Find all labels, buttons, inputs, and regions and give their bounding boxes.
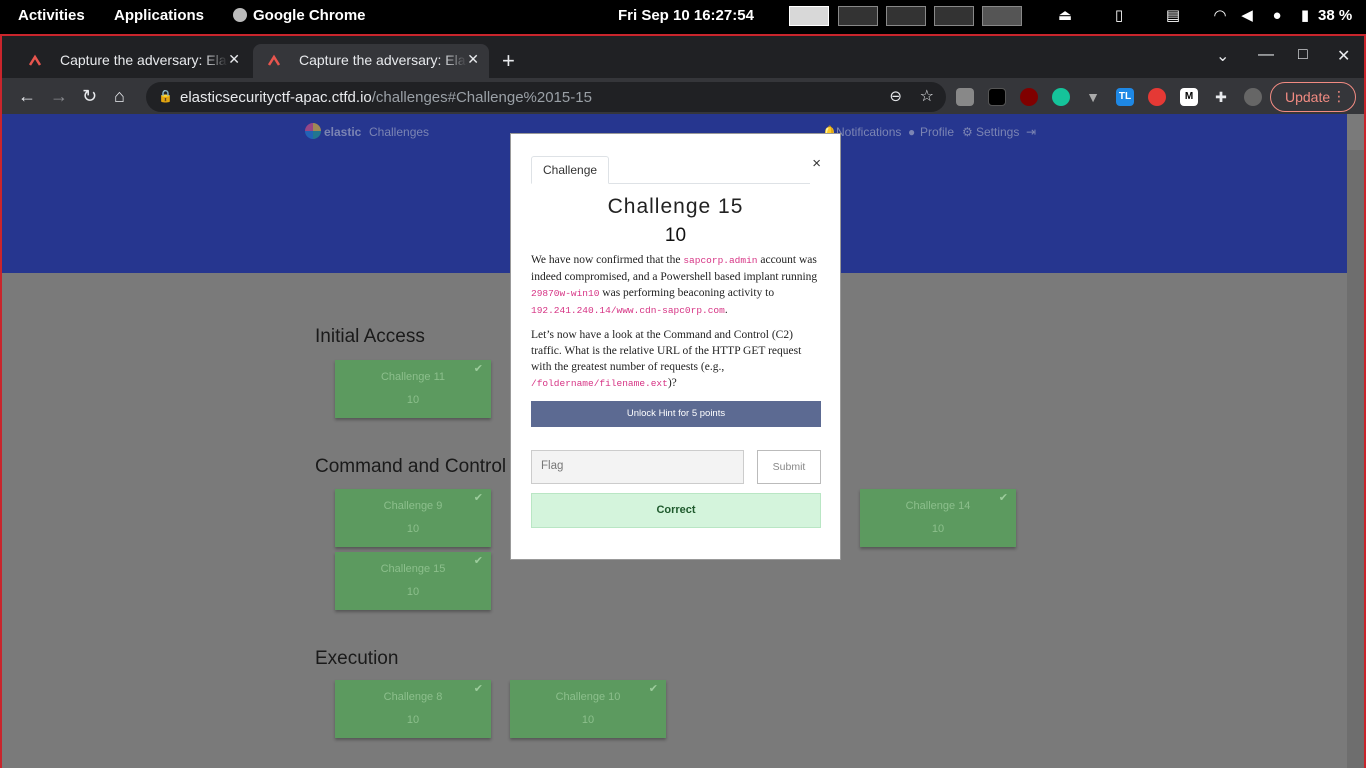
microphone-icon[interactable]: ● — [1268, 7, 1286, 25]
challenge-name: Challenge 8 — [383, 691, 443, 703]
new-tab-icon[interactable]: + — [502, 48, 515, 74]
profile-avatar[interactable] — [1244, 88, 1262, 106]
window-layout-icon[interactable]: ▤ — [1164, 7, 1182, 25]
challenge-value: 10 — [931, 523, 945, 535]
minimize-icon[interactable]: — — [1258, 46, 1274, 64]
extension-red-icon[interactable] — [1148, 88, 1166, 106]
challenge-value: 10 — [581, 714, 595, 726]
challenge-name: Challenge 14 — [905, 500, 971, 512]
system-top-bar: Activities Applications Google Chrome Fr… — [0, 0, 1366, 32]
challenge-card[interactable]: ✔ Challenge 14 10 — [860, 489, 1016, 547]
page-scrollbar[interactable] — [1347, 150, 1364, 768]
challenge-card[interactable]: ✔ Challenge 15 10 — [335, 552, 491, 610]
forward-icon[interactable]: → — [50, 86, 68, 107]
more-menu-icon[interactable]: ⋮ — [1332, 88, 1346, 105]
workspace-3[interactable] — [886, 6, 926, 26]
ublock-icon[interactable] — [1020, 88, 1038, 106]
extension-m-icon[interactable]: M — [1180, 88, 1198, 106]
battery-icon[interactable]: ▮ — [1296, 7, 1314, 25]
battery-percent: 38 % — [1318, 7, 1353, 24]
challenge-card[interactable]: ✔ Challenge 8 10 — [335, 680, 491, 738]
close-window-icon[interactable]: ✕ — [1337, 46, 1350, 66]
challenge-title: Challenge 15 — [607, 195, 744, 218]
workspace-5[interactable] — [982, 6, 1022, 26]
chrome-icon — [233, 8, 247, 22]
challenge-value: 10 — [406, 394, 420, 406]
challenge-description-2: Let’s now have a look at the Command and… — [531, 329, 802, 389]
logout-icon[interactable]: ⇥ — [1026, 125, 1036, 139]
tab-close-icon[interactable]: ✕ — [228, 51, 240, 68]
tab-challenge[interactable]: Challenge — [531, 156, 610, 184]
extension-tl-icon[interactable]: TL — [1116, 88, 1134, 106]
activities-button[interactable]: Activities — [18, 7, 85, 24]
challenge-name: Challenge 15 — [380, 563, 446, 575]
browser-tab-2[interactable]: Capture the adversary: Elastic ✕ — [253, 44, 489, 78]
extension-shield-icon[interactable] — [956, 88, 974, 106]
zoom-icon[interactable]: ⊖ — [889, 87, 902, 105]
eject-icon[interactable]: ⏏ — [1056, 7, 1074, 25]
app-menu[interactable]: Google Chrome — [233, 7, 366, 24]
extension-mask-icon[interactable] — [988, 88, 1006, 106]
address-bar[interactable]: 🔒 elasticsecurityctf-apac.ctfd.io/challe… — [146, 82, 946, 112]
category-title: Initial Access — [315, 326, 425, 347]
category-title: Execution — [315, 648, 399, 669]
tab-strip: Capture the adversary: Elastic ✕ Capture… — [2, 36, 1364, 78]
workspace-2[interactable] — [838, 6, 878, 26]
brand-link[interactable]: elastic — [324, 125, 361, 139]
challenge-value: 10 — [406, 714, 420, 726]
flag-input[interactable]: Flag — [531, 450, 744, 484]
nav-profile[interactable]: Profile — [920, 125, 954, 139]
result-alert: Correct — [531, 493, 821, 528]
browser-tab-1[interactable]: Capture the adversary: Elastic ✕ — [14, 44, 250, 78]
nav-settings[interactable]: Settings — [976, 125, 1019, 139]
modal-close-icon[interactable]: × — [812, 155, 821, 172]
volume-icon[interactable]: ◀ — [1238, 7, 1256, 25]
elastic-favicon-icon — [28, 54, 42, 66]
unlock-hint-button[interactable]: Unlock Hint for 5 points — [531, 401, 821, 427]
workspace-1[interactable] — [789, 6, 829, 26]
nav-notifications[interactable]: Notifications — [836, 125, 901, 139]
extension-v-icon[interactable]: ▼ — [1084, 88, 1102, 106]
challenge-value: 10 — [406, 523, 420, 535]
challenge-card[interactable]: ✔ Challenge 9 10 — [335, 489, 491, 547]
challenge-description-1: We have now confirmed that the sapcorp.a… — [531, 254, 818, 316]
app-name: Google Chrome — [253, 7, 366, 24]
elastic-logo-icon[interactable] — [305, 123, 321, 139]
tab-title: Capture the adversary: Elastic — [60, 52, 228, 68]
challenge-name: Challenge 10 — [555, 691, 621, 703]
workspace-4[interactable] — [934, 6, 974, 26]
home-icon[interactable]: ⌂ — [114, 86, 125, 107]
update-button[interactable]: Update ⋮ — [1270, 82, 1356, 112]
extensions-puzzle-icon[interactable]: ✚ — [1212, 88, 1230, 106]
challenge-name: Challenge 11 — [380, 371, 445, 383]
nav-challenges[interactable]: Challenges — [369, 125, 429, 139]
user-icon[interactable]: ● — [908, 125, 915, 139]
challenge-points: 10 — [664, 225, 687, 246]
reload-icon[interactable]: ↻ — [82, 86, 97, 107]
clock[interactable]: Fri Sep 10 16:27:54 — [618, 7, 754, 24]
grammarly-icon[interactable] — [1052, 88, 1070, 106]
category-title: Command and Control — [315, 456, 507, 477]
maximize-icon[interactable]: □ — [1298, 46, 1308, 64]
applications-menu[interactable]: Applications — [114, 7, 204, 24]
back-icon[interactable]: ← — [18, 86, 36, 107]
tab-title: Capture the adversary: Elastic — [299, 52, 467, 68]
challenge-card[interactable]: ✔ Challenge 10 10 — [510, 680, 666, 738]
tab-close-icon[interactable]: ✕ — [467, 51, 479, 68]
url-text[interactable]: elasticsecurityctf-apac.ctfd.io/challeng… — [180, 89, 592, 106]
challenge-modal: Challenge × Challenge 15 10 We have now … — [510, 133, 841, 560]
clipboard-icon[interactable]: ▯ — [1110, 7, 1128, 25]
challenge-value: 10 — [406, 586, 420, 598]
tab-search-icon[interactable]: ⌄ — [1216, 46, 1229, 66]
bookmark-star-icon[interactable]: ☆ — [920, 86, 934, 106]
modal-tab-row: Challenge — [531, 156, 810, 184]
challenge-card[interactable]: ✔ Challenge 11 10 — [335, 360, 491, 418]
elastic-favicon-icon — [267, 54, 281, 66]
gear-icon[interactable]: ⚙ — [962, 125, 973, 139]
challenge-name: Challenge 9 — [383, 500, 443, 512]
lock-icon[interactable]: 🔒 — [158, 89, 173, 103]
submit-button[interactable]: Submit — [757, 450, 821, 484]
wifi-icon[interactable]: ◠ — [1211, 7, 1229, 25]
browser-toolbar: ← → ↻ ⌂ 🔒 elasticsecurityctf-apac.ctfd.i… — [2, 78, 1364, 116]
